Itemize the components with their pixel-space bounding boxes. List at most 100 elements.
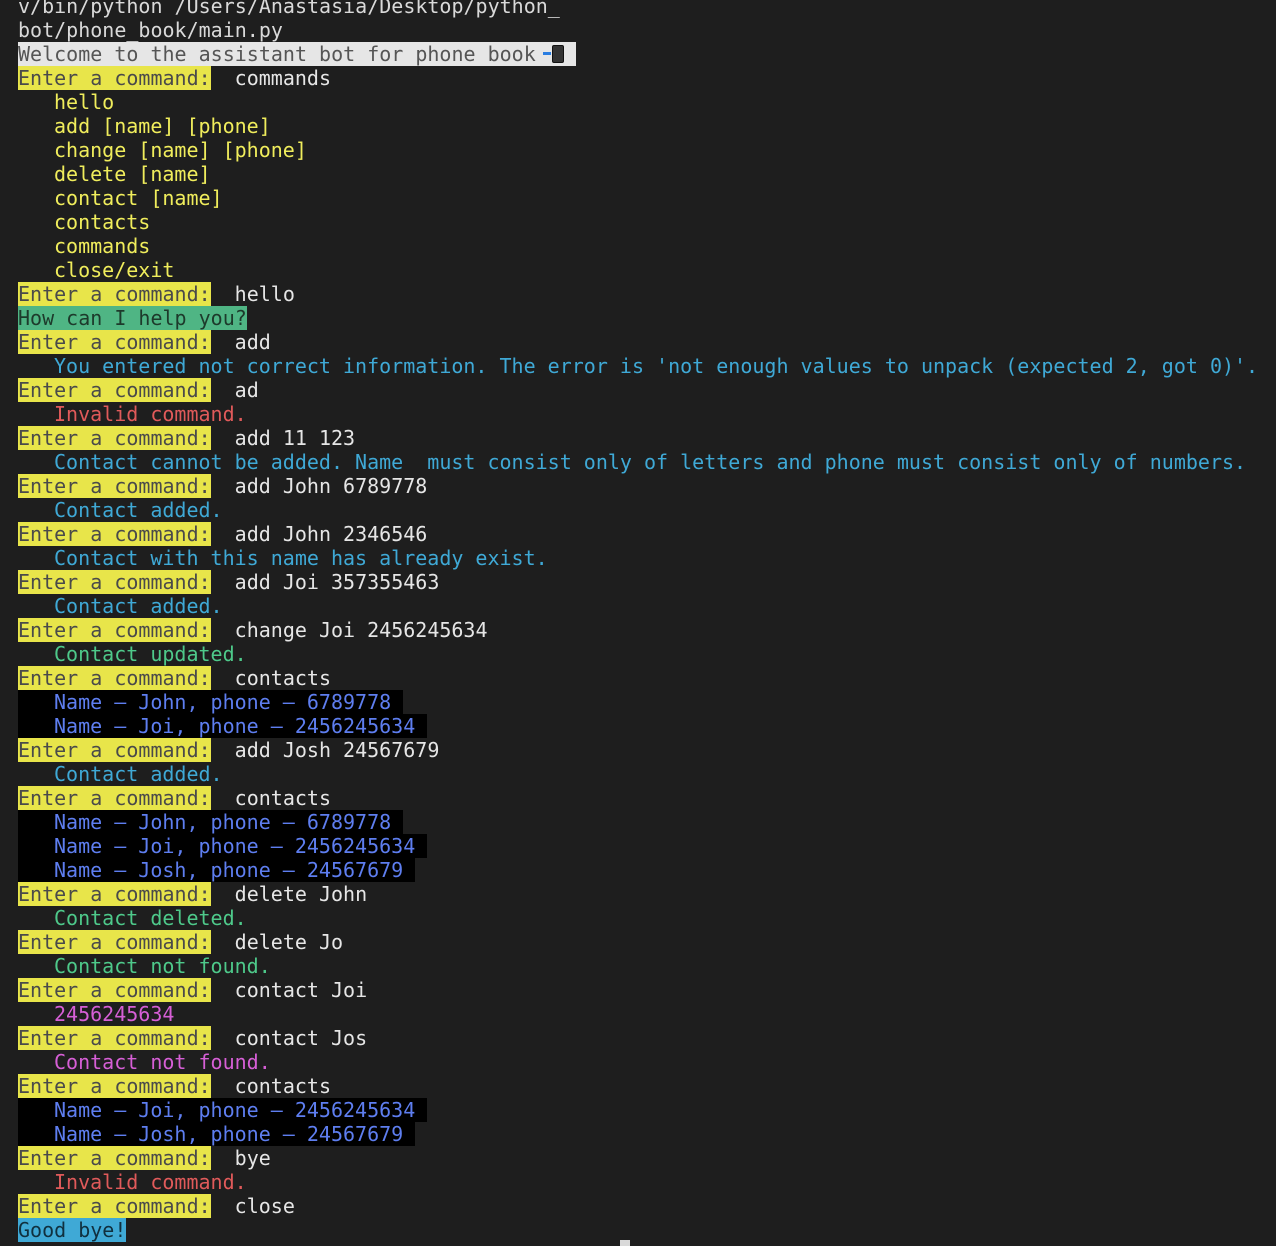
phone-result: 2456245634 — [54, 1002, 175, 1026]
contact-row: Name – Josh, phone – 24567679 — [18, 858, 1276, 882]
contact-row: Name – Joi, phone – 2456245634 — [18, 1098, 1276, 1122]
prompt-label: Enter a command: — [18, 1026, 211, 1050]
contact-deleted-message: Contact deleted. — [54, 906, 247, 930]
user-input: change Joi 2456245634 — [234, 618, 488, 642]
command-list-item: hello — [18, 90, 1276, 114]
prompt-label: Enter a command: — [18, 570, 211, 594]
prompt-line: Enter a command: ad — [18, 378, 1276, 402]
prompt-line: Enter a command: contacts — [18, 666, 1276, 690]
user-input: commands — [234, 66, 331, 90]
contact-entry-text: Name – Joi, phone – 2456245634 — [54, 1098, 428, 1122]
user-input: contacts — [234, 786, 331, 810]
command-list-item: contacts — [18, 210, 1276, 234]
terminal-cursor — [620, 1240, 630, 1246]
prompt-line: Enter a command: add John 6789778 — [18, 474, 1276, 498]
contact-row: Name – Josh, phone – 24567679 — [18, 1122, 1276, 1146]
prompt-label: Enter a command: — [18, 426, 211, 450]
output-line: Contact with this name has already exist… — [18, 546, 1276, 570]
contact-entry-text: Name – John, phone – 6789778 — [54, 810, 404, 834]
command-text: hello — [54, 90, 115, 114]
user-input: delete Jo — [234, 930, 344, 954]
user-input: add 11 123 — [234, 426, 356, 450]
user-input: contacts — [234, 1074, 331, 1098]
contact-entry-text: Name – Joi, phone – 2456245634 — [54, 714, 428, 738]
contact-exists-message: Contact with this name has already exist… — [54, 546, 548, 570]
prompt-label: Enter a command: — [18, 1146, 211, 1170]
contact-row: Name – Joi, phone – 2456245634 — [18, 834, 1276, 858]
output-line: Contact deleted. — [18, 906, 1276, 930]
greeting-message: How can I help you? — [18, 306, 247, 330]
welcome-text: Welcome to the assistant bot for phone b… — [18, 42, 548, 66]
prompt-line: Enter a command: add — [18, 330, 1276, 354]
prompt-line: Enter a command: contact Joi — [18, 978, 1276, 1002]
prompt-label: Enter a command: — [18, 930, 211, 954]
error-message: You entered not correct information. The… — [54, 354, 1259, 378]
output-line: 2456245634 — [18, 1002, 1276, 1026]
output-line: Contact not found. — [18, 954, 1276, 978]
contact-updated-message: Contact updated. — [54, 642, 247, 666]
contact-row: Name – John, phone – 6789778 — [18, 690, 1276, 714]
contact-not-found-message: Contact not found. — [54, 954, 271, 978]
user-input: add — [234, 330, 271, 354]
prompt-label: Enter a command: — [18, 882, 211, 906]
user-input: add John 2346546 — [234, 522, 428, 546]
user-input: delete John — [234, 882, 368, 906]
prompt-line: Enter a command: add Joi 357355463 — [18, 570, 1276, 594]
contact-added-message: Contact added. — [54, 594, 223, 618]
command-text: contact [name] — [54, 186, 223, 210]
command-text: contacts — [54, 210, 151, 234]
contact-row: Name – John, phone – 6789778 — [18, 810, 1276, 834]
prompt-line: Enter a command: hello — [18, 282, 1276, 306]
prompt-line: Enter a command: commands — [18, 66, 1276, 90]
terminal-output[interactable]: v/bin/python /Users/Anastasia/Desktop/py… — [18, 0, 1276, 1242]
prompt-label: Enter a command: — [18, 474, 211, 498]
prompt-line: Enter a command: delete John — [18, 882, 1276, 906]
prompt-line: Enter a command: contact Jos — [18, 1026, 1276, 1050]
command-text: delete [name] — [54, 162, 211, 186]
output-line: Invalid command. — [18, 1170, 1276, 1194]
prompt-label: Enter a command: — [18, 330, 211, 354]
prompt-line: Enter a command: bye — [18, 1146, 1276, 1170]
command-text: add [name] [phone] — [54, 114, 271, 138]
validation-message: Contact cannot be added. Name must consi… — [54, 450, 1247, 474]
contact-entry: Name – Joi, phone – 2456245634 — [18, 714, 428, 738]
command-list-item: change [name] [phone] — [18, 138, 1276, 162]
prompt-label: Enter a command: — [18, 1194, 211, 1218]
welcome-message: Welcome to the assistant bot for phone b… — [18, 42, 576, 66]
goodbye-line: Good bye! — [18, 1218, 1276, 1242]
greeting-line: How can I help you? — [18, 306, 1276, 330]
command-list-item: add [name] [phone] — [18, 114, 1276, 138]
prompt-label: Enter a command: — [18, 1074, 211, 1098]
prompt-line: Enter a command: add Josh 24567679 — [18, 738, 1276, 762]
contact-entry-text: Name – Josh, phone – 24567679 — [54, 858, 416, 882]
user-input: contacts — [234, 666, 331, 690]
output-line: Contact cannot be added. Name must consi… — [18, 450, 1276, 474]
contact-entry-text: Name – Josh, phone – 24567679 — [54, 1122, 416, 1146]
contact-row: Name – Joi, phone – 2456245634 — [18, 714, 1276, 738]
prompt-line: Enter a command: contacts — [18, 786, 1276, 810]
command-text: commands — [54, 234, 151, 258]
user-input: contact Jos — [234, 1026, 368, 1050]
user-input: close — [234, 1194, 295, 1218]
contact-entry: Name – John, phone – 6789778 — [18, 810, 404, 834]
goodbye-message: Good bye! — [18, 1218, 127, 1242]
contact-entry: Name – Joi, phone – 2456245634 — [18, 834, 428, 858]
contact-entry-text: Name – John, phone – 6789778 — [54, 690, 404, 714]
prompt-label: Enter a command: — [18, 786, 211, 810]
output-line: Contact added. — [18, 498, 1276, 522]
command-text: change [name] [phone] — [54, 138, 307, 162]
prompt-line: Enter a command: add John 2346546 — [18, 522, 1276, 546]
prompt-label: Enter a command: — [18, 378, 211, 402]
contact-entry: Name – Josh, phone – 24567679 — [18, 858, 416, 882]
prompt-line: Enter a command: close — [18, 1194, 1276, 1218]
user-input: add John 6789778 — [234, 474, 428, 498]
contact-not-found-message: Contact not found. — [54, 1050, 271, 1074]
user-input: add Josh 24567679 — [234, 738, 440, 762]
user-input: bye — [234, 1146, 271, 1170]
mobile-phone-icon — [542, 45, 564, 63]
prompt-line: Enter a command: change Joi 2456245634 — [18, 618, 1276, 642]
output-line: Contact not found. — [18, 1050, 1276, 1074]
user-input: hello — [234, 282, 295, 306]
prompt-label: Enter a command: — [18, 978, 211, 1002]
prompt-label: Enter a command: — [18, 618, 211, 642]
